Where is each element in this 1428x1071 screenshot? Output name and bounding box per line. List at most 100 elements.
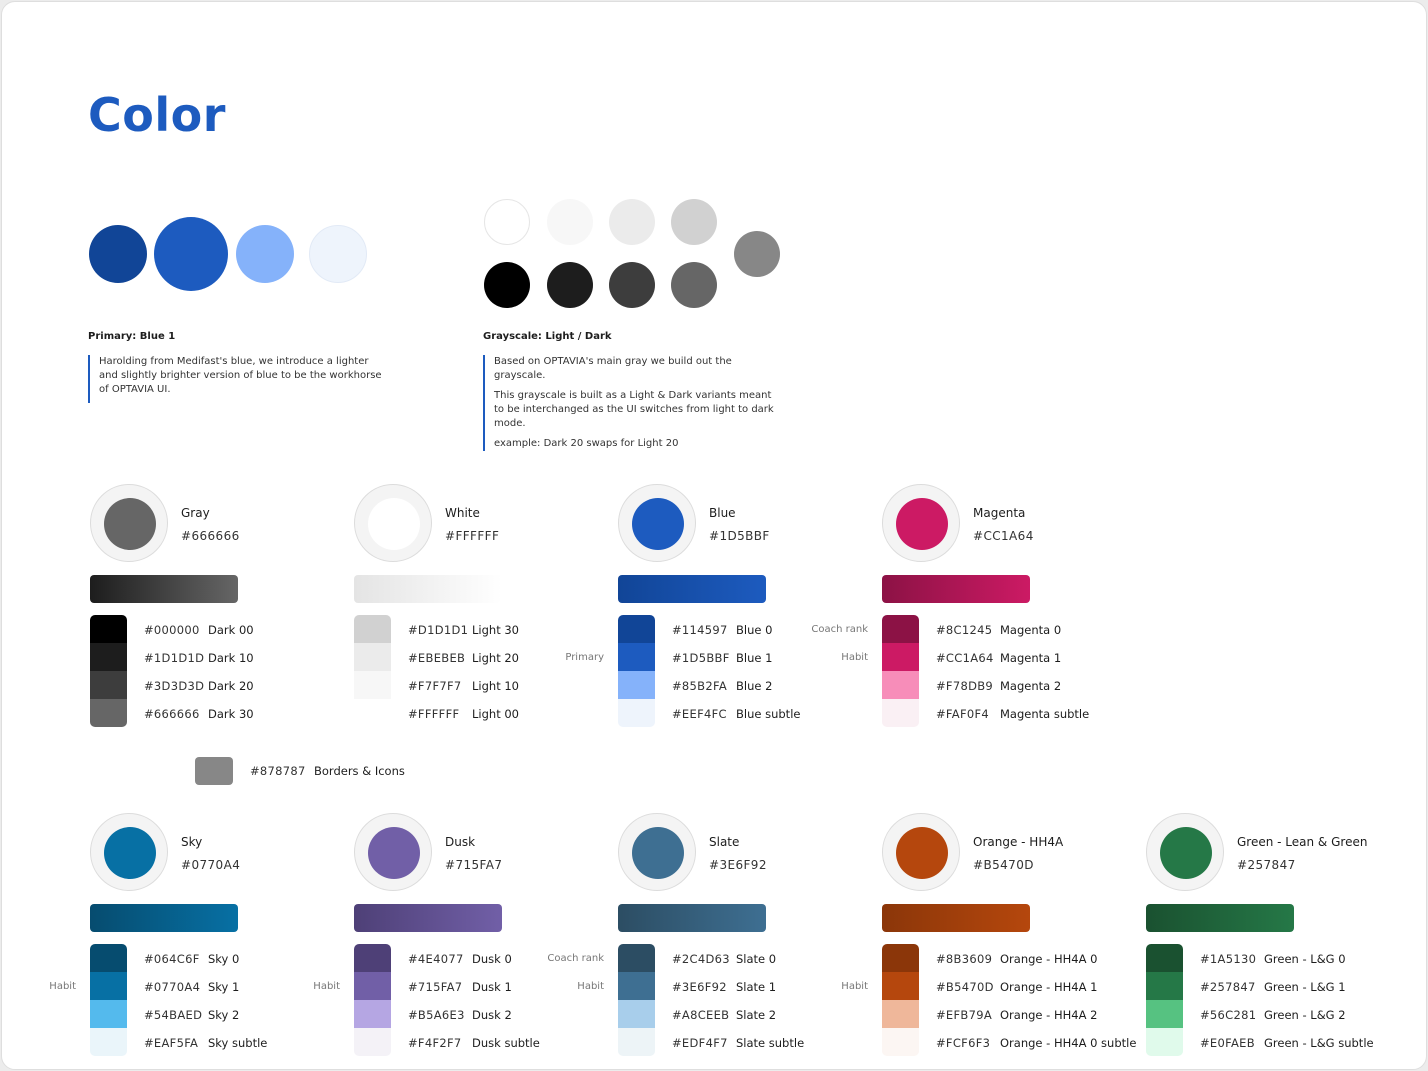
swatch-row-note: Habit (841, 981, 868, 992)
swatch-chip (354, 1028, 391, 1056)
swatch-row-name: Magenta 0 (1000, 623, 1062, 637)
swatch-hex: #0770A4 (181, 858, 241, 872)
swatch-chip (882, 1000, 919, 1028)
swatch-row-name: Light 30 (472, 623, 519, 637)
swatch-row-hex: #EDF4F7 (672, 1036, 728, 1050)
swatch-row-hex: #FFFFFF (408, 707, 460, 721)
swatch-row-hex: #CC1A64 (936, 651, 994, 665)
swatch-gradient (618, 575, 766, 603)
swatch-stack (354, 944, 391, 1056)
swatch-hex: #FFFFFF (445, 529, 500, 543)
swatch-row-hex: #54BAED (144, 1008, 203, 1022)
swatch-row-name: Sky 2 (208, 1008, 240, 1022)
swatch-row-hex: #3D3D3D (144, 679, 205, 693)
swatch-row-name: Orange - HH4A 0 (1000, 952, 1098, 966)
swatch-row-hex: #FAF0F4 (936, 707, 990, 721)
swatch-core (1160, 827, 1212, 879)
swatch-chip (90, 643, 127, 671)
swatch-row-hex: #1D1D1D (144, 651, 205, 665)
swatch-core (896, 498, 948, 550)
swatch-row-name: Green - L&G subtle (1264, 1036, 1374, 1050)
swatch-gradient (354, 575, 502, 603)
swatch-chip (882, 1028, 919, 1056)
swatch-row-name: Magenta 1 (1000, 651, 1062, 665)
primary-paragraph: Harolding from Medifast's blue, we intro… (99, 356, 382, 395)
swatch-row-hex: #EFB79A (936, 1008, 993, 1022)
swatch-row-hex: #D1D1D1 (408, 623, 469, 637)
swatch-row-hex: #B5A6E3 (408, 1008, 465, 1022)
swatch-row-name: Light 20 (472, 651, 519, 665)
swatch-chip (882, 699, 919, 727)
grayscale-description: Based on OPTAVIA's main gray we build ou… (483, 355, 784, 451)
swatch-row-hex: #F4F2F7 (408, 1036, 462, 1050)
swatch-row-name: Light 00 (472, 707, 519, 721)
swatch-row-name: Dark 30 (208, 707, 254, 721)
primary-circle (236, 225, 294, 283)
swatch-row-name: Slate 0 (736, 952, 777, 966)
swatch-row-name: Blue 0 (736, 623, 773, 637)
swatch-row-hex: #8B3609 (936, 952, 993, 966)
swatch-chip (90, 972, 127, 1000)
swatch-chip (618, 615, 655, 643)
swatch-chip (618, 1028, 655, 1056)
swatch-row-name: Green - L&G 2 (1264, 1008, 1346, 1022)
swatch-row-note: Coach rank (547, 953, 604, 964)
swatch-name: Orange - HH4A (973, 835, 1064, 849)
swatch-row-note: Coach rank (811, 624, 868, 635)
grayscale-light-circle (484, 199, 530, 245)
swatch-row-name: Slate 1 (736, 980, 777, 994)
primary-circle (89, 225, 147, 283)
swatch-ring (882, 484, 960, 562)
swatch-chip (618, 643, 655, 671)
swatch-row-name: Blue 2 (736, 679, 773, 693)
swatch-chip (90, 1028, 127, 1056)
swatch-hex: #CC1A64 (973, 529, 1034, 543)
swatch-chip (618, 699, 655, 727)
swatch-chip (354, 944, 391, 972)
swatch-row-name: Dusk 1 (472, 980, 512, 994)
primary-description: Harolding from Medifast's blue, we intro… (88, 355, 389, 403)
swatch-row-hex: #1A5130 (1200, 952, 1257, 966)
borders-swatch (195, 757, 233, 785)
primary-heading: Primary: Blue 1 (88, 331, 176, 342)
swatch-row-name: Blue subtle (736, 707, 801, 721)
swatch-row-name: Dusk 2 (472, 1008, 512, 1022)
swatch-chip (1146, 944, 1183, 972)
swatch-row-hex: #EAF5FA (144, 1036, 199, 1050)
swatch-chip (354, 643, 391, 671)
swatch-row-name: Orange - HH4A 2 (1000, 1008, 1098, 1022)
swatch-chip (618, 944, 655, 972)
swatch-ring (354, 484, 432, 562)
swatch-chip (618, 972, 655, 1000)
swatch-stack (354, 615, 391, 727)
swatch-gradient (882, 575, 1030, 603)
swatch-gradient (90, 904, 238, 932)
swatch-row-hex: #F7F7F7 (408, 679, 462, 693)
swatch-core (896, 827, 948, 879)
swatch-chip (354, 699, 391, 727)
swatch-row-hex: #715FA7 (408, 980, 463, 994)
swatch-chip (618, 1000, 655, 1028)
swatch-hex: #1D5BBF (709, 529, 770, 543)
swatch-chip (882, 615, 919, 643)
swatch-row-hex: #1D5BBF (672, 651, 730, 665)
swatch-row-hex: #85B2FA (672, 679, 728, 693)
swatch-stack (882, 615, 919, 727)
swatch-core (104, 498, 156, 550)
swatch-ring (90, 813, 168, 891)
swatch-row-name: Green - L&G 1 (1264, 980, 1346, 994)
swatch-row-hex: #56C281 (1200, 1008, 1257, 1022)
swatch-ring (1146, 813, 1224, 891)
page-title: Color (88, 88, 226, 142)
swatch-row-hex: #666666 (144, 707, 200, 721)
swatch-ring (618, 484, 696, 562)
swatch-stack (90, 615, 127, 727)
swatch-chip (354, 671, 391, 699)
grayscale-light-circle (609, 199, 655, 245)
swatch-chip (354, 615, 391, 643)
swatch-row-hex: #EBEBEB (408, 651, 466, 665)
borders-name: Borders & Icons (314, 764, 405, 778)
grayscale-dark-circle (609, 262, 655, 308)
swatch-gradient (90, 575, 238, 603)
swatch-row-name: Dusk 0 (472, 952, 512, 966)
